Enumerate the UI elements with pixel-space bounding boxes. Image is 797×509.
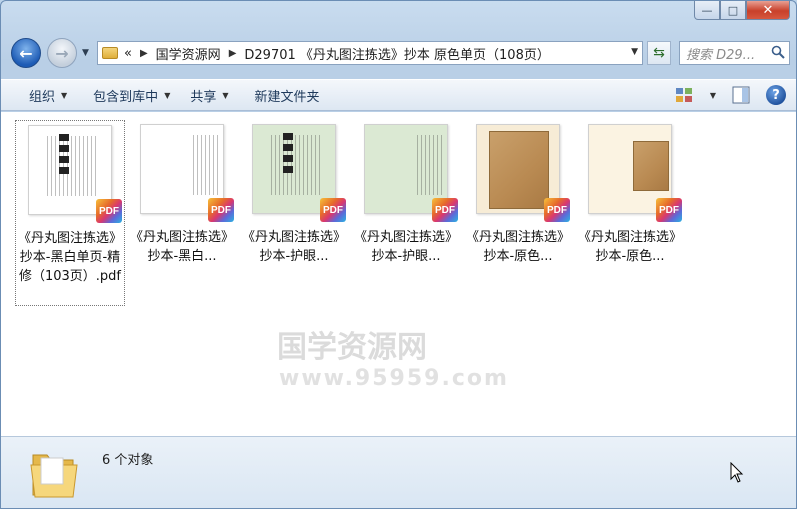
minimize-button[interactable]: —: [694, 1, 720, 20]
recent-pages-dropdown[interactable]: ▼: [82, 48, 89, 58]
share-menu[interactable]: 共享 ▼: [180, 86, 238, 105]
file-item[interactable]: PDF 《丹丸图注拣选》抄本-原色...: [575, 120, 685, 306]
file-thumbnail: PDF: [22, 125, 122, 223]
close-button[interactable]: ✕: [746, 1, 790, 20]
organize-menu[interactable]: 组织 ▼: [19, 86, 77, 105]
file-thumbnail: PDF: [134, 124, 234, 222]
preview-pane-icon: [732, 86, 750, 104]
pdf-icon: PDF: [96, 199, 122, 223]
text-lines-preview: [47, 136, 97, 196]
include-library-label: 包含到库中: [93, 89, 159, 105]
file-thumbnail: PDF: [246, 124, 346, 222]
chevron-down-icon: ▼: [164, 90, 171, 100]
pdf-icon: PDF: [432, 198, 458, 222]
title-calligraphy: [59, 134, 69, 178]
watermark-url: www.95959.com: [279, 366, 509, 391]
command-bar: 组织 ▼ 包含到库中 ▼ 共享 ▼ 新建文件夹 ▼ ?: [1, 79, 796, 111]
refresh-button[interactable]: ⇆: [647, 41, 671, 65]
address-dropdown-icon[interactable]: ▼: [631, 47, 638, 57]
file-name-label: 《丹丸图注拣选》抄本-原色...: [465, 230, 570, 264]
title-calligraphy: [283, 133, 293, 177]
text-lines-preview: [417, 135, 443, 195]
search-icon[interactable]: [771, 45, 785, 59]
file-item[interactable]: PDF 《丹丸图注拣选》抄本-黑白单页-精修（103页）.pdf: [15, 120, 125, 306]
file-item[interactable]: PDF 《丹丸图注拣选》抄本-护眼...: [239, 120, 349, 306]
preview-pane-button[interactable]: [730, 84, 752, 106]
share-label: 共享: [190, 89, 217, 105]
details-pane: 6 个对象: [1, 436, 796, 508]
chevron-right-icon: ▶: [228, 47, 237, 59]
file-name-label: 《丹丸图注拣选》抄本-护眼...: [241, 230, 346, 264]
file-item[interactable]: PDF 《丹丸图注拣选》抄本-黑白...: [127, 120, 237, 306]
file-name-label: 《丹丸图注拣选》抄本-黑白单页-精修（103页）.pdf: [17, 231, 122, 284]
address-bar[interactable]: « ▶ 国学资源网 ▶ D29701 《丹丸图注拣选》抄本 原色单页（108页）…: [97, 41, 643, 65]
include-library-menu[interactable]: 包含到库中 ▼: [83, 86, 180, 105]
navigation-bar: ← → ▼ « ▶ 国学资源网 ▶ D29701 《丹丸图注拣选》抄本 原色单页…: [9, 37, 790, 71]
file-thumbnail: PDF: [470, 124, 570, 222]
file-name-label: 《丹丸图注拣选》抄本-护眼...: [353, 230, 458, 264]
arrow-right-icon: →: [55, 43, 69, 63]
explorer-window: — □ ✕ ← → ▼ « ▶ 国学资源网 ▶ D29701 《丹丸图注拣选》抄…: [0, 0, 797, 509]
scanned-page-image: [633, 141, 669, 191]
folder-icon: [102, 47, 118, 59]
breadcrumb-item[interactable]: 国学资源网: [156, 44, 221, 63]
file-list-pane: PDF 《丹丸图注拣选》抄本-黑白单页-精修（103页）.pdf PDF 《丹丸图注拣…: [1, 112, 796, 436]
organize-label: 组织: [29, 89, 56, 105]
pdf-icon: PDF: [208, 198, 234, 222]
help-icon[interactable]: ?: [766, 85, 786, 105]
change-view-button[interactable]: [674, 84, 696, 106]
breadcrumb-item-current[interactable]: D29701 《丹丸图注拣选》抄本 原色单页（108页）: [244, 44, 549, 63]
pdf-icon: PDF: [656, 198, 682, 222]
scanned-page-image: [489, 131, 549, 209]
chevron-right-icon: ▶: [139, 47, 148, 59]
search-input[interactable]: 搜索 D29...: [679, 41, 790, 65]
toolbar-right: ▼ ?: [674, 84, 786, 106]
search-placeholder: 搜索 D29...: [686, 47, 756, 63]
forward-button[interactable]: →: [47, 38, 77, 68]
new-folder-label: 新建文件夹: [254, 89, 320, 105]
text-lines-preview: [271, 135, 321, 195]
back-button[interactable]: ←: [11, 38, 41, 68]
text-lines-preview: [193, 135, 219, 195]
pdf-icon: PDF: [320, 198, 346, 222]
watermark-text: 国学资源网: [277, 330, 427, 365]
mouse-cursor-icon: [730, 462, 744, 483]
file-item[interactable]: PDF 《丹丸图注拣选》抄本-原色...: [463, 120, 573, 306]
refresh-icon: ⇆: [653, 45, 665, 61]
caption-buttons: — □ ✕: [694, 1, 790, 20]
chevron-down-icon: ▼: [61, 90, 68, 100]
folder-icon: [30, 454, 78, 498]
new-folder-button[interactable]: 新建文件夹: [245, 86, 330, 105]
chevron-down-icon: ▼: [222, 90, 229, 100]
pdf-icon: PDF: [544, 198, 570, 222]
chevron-down-icon[interactable]: ▼: [710, 91, 716, 100]
file-item[interactable]: PDF 《丹丸图注拣选》抄本-护眼...: [351, 120, 461, 306]
breadcrumb-overflow[interactable]: «: [124, 46, 132, 61]
maximize-button[interactable]: □: [720, 1, 746, 20]
file-thumbnail: PDF: [582, 124, 682, 222]
view-options-icon: [675, 88, 692, 102]
file-name-label: 《丹丸图注拣选》抄本-黑白...: [129, 230, 234, 264]
item-count: 6 个对象: [102, 453, 154, 468]
file-thumbnail: PDF: [358, 124, 458, 222]
arrow-left-icon: ←: [19, 43, 33, 63]
file-name-label: 《丹丸图注拣选》抄本-原色...: [577, 230, 682, 264]
